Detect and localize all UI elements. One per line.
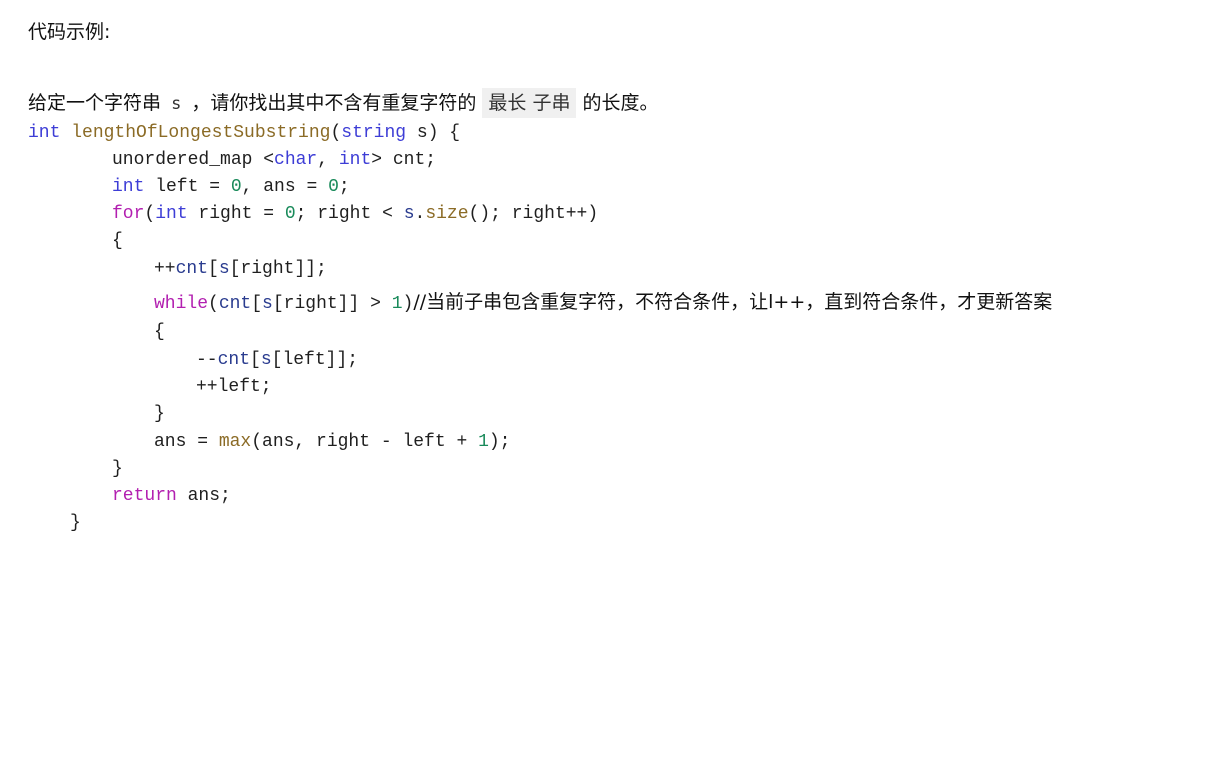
brace: {: [154, 322, 165, 342]
problem-prefix: 给定一个字符串: [28, 92, 162, 114]
control-keyword: for: [112, 204, 145, 224]
section-heading: 代码示例:: [28, 21, 111, 43]
code-token: s) {: [406, 123, 461, 143]
code-token: ; right <: [295, 204, 404, 224]
type-name: char: [274, 150, 318, 170]
code-token: );: [488, 432, 511, 452]
highlight-longest-substring: 最长 子串: [482, 88, 577, 118]
code-line-4: for(int right = 0; right < s.size(); rig…: [112, 201, 598, 227]
code-token: ,: [317, 150, 339, 170]
code-line-13: }: [112, 456, 123, 482]
variable: s: [260, 350, 272, 370]
code-comment: //当前子串包含重复字符，不符合条件，让l++，直到符合条件，才更新答案: [413, 291, 1053, 313]
keyword: int: [155, 204, 188, 224]
code-token: , ans =: [241, 177, 329, 197]
code-token: ++: [154, 259, 176, 279]
brace: }: [154, 404, 165, 424]
code-token: right =: [187, 204, 285, 224]
code-token: [right]] >: [272, 294, 392, 314]
code-token: > cnt;: [371, 150, 437, 170]
variable: s: [403, 204, 415, 224]
code-token: (: [208, 294, 219, 314]
code-token: ans;: [176, 486, 231, 506]
variable: s: [262, 294, 273, 314]
number-literal: 0: [230, 177, 242, 197]
number-literal: 1: [478, 432, 489, 452]
code-token: left =: [144, 177, 231, 197]
problem-statement: 给定一个字符串 s ，请你找出其中不含有重复字符的 最长 子串 的长度。: [28, 88, 659, 119]
code-line-7: while(cnt[s[right]] > 1)//当前子串包含重复字符，不符合…: [154, 289, 1052, 315]
brace: }: [112, 459, 123, 479]
code-block: int lengthOfLongestSubstring(string s) {…: [28, 120, 1208, 760]
code-line-2: unordered_map <char, int> cnt;: [112, 147, 436, 173]
code-token: [: [251, 294, 263, 314]
code-token: ++left;: [196, 377, 272, 397]
code-token: (: [330, 123, 342, 143]
code-token: unordered_map <: [112, 150, 275, 170]
keyword: int: [28, 123, 61, 143]
number-literal: 1: [391, 294, 403, 314]
problem-variable: s: [171, 94, 182, 114]
code-token: ans =: [154, 432, 219, 452]
problem-suffix: 的长度。: [582, 92, 659, 114]
code-line-5: {: [112, 228, 123, 254]
code-token: ): [402, 294, 414, 314]
code-line-8: {: [154, 319, 165, 345]
brace: {: [112, 231, 123, 251]
code-token: --: [196, 350, 218, 370]
keyword: int: [112, 177, 145, 197]
control-keyword: while: [154, 294, 209, 314]
variable: cnt: [175, 259, 209, 279]
variable: cnt: [217, 350, 251, 370]
brace: }: [70, 513, 81, 533]
code-token: [: [250, 350, 261, 370]
code-token: (ans, right - left +: [251, 432, 479, 452]
code-token: ;: [338, 177, 350, 197]
function-name: lengthOfLongestSubstring: [71, 123, 331, 143]
code-line-9: --cnt[s[left]];: [196, 347, 358, 373]
code-line-15: }: [70, 510, 81, 536]
code-line-3: int left = 0, ans = 0;: [112, 174, 350, 200]
control-keyword: return: [112, 486, 177, 506]
variable: s: [218, 259, 230, 279]
number-literal: 0: [284, 204, 296, 224]
variable: cnt: [218, 294, 252, 314]
code-token: [right]];: [229, 259, 327, 279]
code-line-10: ++left;: [196, 374, 272, 400]
code-token: [: [208, 259, 219, 279]
code-token: (); right++): [468, 204, 599, 224]
code-line-6: ++cnt[s[right]];: [154, 256, 327, 282]
function-name: max: [218, 432, 252, 452]
code-token: (: [144, 204, 156, 224]
code-line-1: int lengthOfLongestSubstring(string s) {: [28, 120, 460, 146]
code-token: .: [414, 204, 426, 224]
number-literal: 0: [328, 177, 339, 197]
problem-middle: ，请你找出其中不含有重复字符的: [191, 92, 477, 114]
type-name: int: [338, 150, 372, 170]
code-line-11: }: [154, 401, 165, 427]
type-name: string: [341, 123, 407, 143]
code-line-14: return ans;: [112, 483, 231, 509]
code-line-12: ans = max(ans, right - left + 1);: [154, 429, 510, 455]
code-token: [left]];: [271, 350, 359, 370]
function-name: size: [425, 204, 469, 224]
